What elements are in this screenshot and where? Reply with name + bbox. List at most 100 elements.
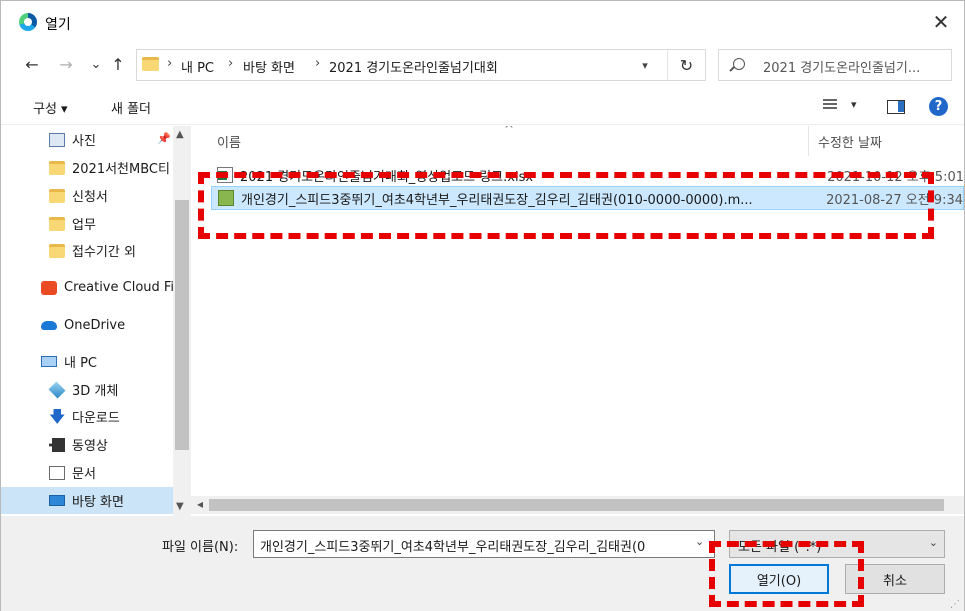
scroll-left-icon[interactable]: ◂	[197, 497, 203, 511]
open-file-dialog: 열기 ✕ ← → ⌄ ↑ › 내 PC › 바탕 화면 › 2021 경기도온라…	[0, 0, 965, 611]
sidebar-item-folder[interactable]: 접수기간 외	[1, 237, 173, 264]
desktop-icon	[49, 495, 65, 506]
navigation-pane: 사진 📌 2021서천MBC티 신청서 업무 접수기간 외 Creative C…	[1, 126, 191, 516]
address-bar[interactable]: › 내 PC › 바탕 화면 › 2021 경기도온라인줄넘기대회 ▾ ↻	[136, 49, 706, 81]
column-header-date-modified[interactable]: 수정한 날짜	[818, 126, 882, 156]
sidebar-item-label: 내 PC	[64, 356, 98, 371]
creative-cloud-icon	[41, 280, 57, 295]
sidebar-item-3d-objects[interactable]: 3D 개체	[1, 376, 173, 403]
file-type-value: 모든 파일 (*.*)	[738, 540, 822, 555]
scrollbar-thumb[interactable]	[209, 499, 944, 511]
sidebar-item-label: 동영상	[72, 439, 108, 454]
preview-pane-icon[interactable]	[887, 100, 905, 114]
sidebar-item-label: 접수기간 외	[72, 245, 136, 260]
cancel-button[interactable]: 취소	[845, 564, 945, 594]
breadcrumb-desktop[interactable]: 바탕 화면	[243, 57, 295, 76]
file-date: 2021-08-27 오전 9:34	[826, 192, 963, 208]
search-icon	[733, 58, 745, 70]
command-bar: 구성 ▾ 새 폴더 ▾ ?	[1, 89, 964, 125]
file-row[interactable]: 2021 경기도온라인줄넘기대회_영상업로드 링크.xlsx 2021-10-1…	[211, 163, 964, 187]
title-bar: 열기 ✕	[1, 1, 964, 43]
folder-icon	[49, 188, 65, 203]
folder-icon	[49, 216, 65, 231]
search-box[interactable]: 2021 경기도온라인줄넘기...	[718, 49, 952, 81]
pc-icon	[41, 356, 57, 367]
sidebar-item-label: 3D 개체	[72, 384, 119, 399]
view-options-icon[interactable]	[823, 99, 839, 113]
folder-icon	[49, 243, 65, 258]
breadcrumb-separator: ›	[228, 56, 234, 71]
sidebar-item-label: 2021서천MBC티	[72, 162, 170, 177]
sidebar-item-folder[interactable]: 2021서천MBC티	[1, 154, 173, 181]
sidebar-scrollbar[interactable]: ▲ ▼	[173, 126, 191, 516]
organize-button[interactable]: 구성 ▾	[33, 98, 68, 117]
sidebar-item-videos[interactable]: 동영상	[1, 431, 173, 458]
folder-icon	[49, 160, 65, 175]
breadcrumb-my-pc[interactable]: 내 PC	[181, 57, 214, 76]
dialog-title: 열기	[45, 17, 71, 33]
sidebar-item-creative-cloud[interactable]: Creative Cloud Fil	[1, 274, 173, 301]
filename-label: 파일 이름(N):	[162, 540, 239, 555]
chevron-down-icon: ⌄	[928, 536, 938, 549]
open-button[interactable]: 열기(O)	[729, 564, 829, 594]
scrollbar-thumb[interactable]	[175, 200, 189, 450]
column-divider[interactable]	[808, 126, 809, 156]
sort-ascending-icon: ^	[504, 126, 515, 136]
sidebar-item-photos[interactable]: 사진 📌	[1, 126, 173, 153]
up-arrow-icon[interactable]: ↑	[107, 53, 129, 75]
file-type-select[interactable]: 모든 파일 (*.*) ⌄	[729, 530, 945, 558]
resize-grip-icon[interactable]: ⋰	[950, 599, 960, 610]
video-icon	[49, 437, 65, 452]
close-button[interactable]: ✕	[926, 7, 956, 37]
sidebar-item-my-pc[interactable]: 내 PC	[1, 348, 173, 375]
video-file-icon	[218, 190, 234, 206]
sidebar-item-label: 바탕 화면	[72, 495, 124, 510]
navigation-bar: ← → ⌄ ↑ › 내 PC › 바탕 화면 › 2021 경기도온라인줄넘기대…	[1, 45, 964, 85]
file-list-horizontal-scrollbar[interactable]: ◂	[191, 496, 964, 514]
scroll-down-icon[interactable]: ▼	[176, 501, 184, 512]
sidebar-item-label: 문서	[72, 467, 96, 482]
file-name: 개인경기_스피드3중뛰기_여초4학년부_우리태권도장_김우리_김태권(010-0…	[241, 192, 753, 208]
excel-file-icon	[217, 167, 233, 183]
file-list: ^ 이름 수정한 날짜 2021 경기도온라인줄넘기대회_영상업로드 링크.xl…	[201, 126, 964, 496]
sidebar-item-folder[interactable]: 업무	[1, 210, 173, 237]
sidebar-item-folder[interactable]: 신청서	[1, 182, 173, 209]
sidebar-item-documents[interactable]: 문서	[1, 459, 173, 486]
filename-input[interactable]: 개인경기_스피드3중뛰기_여초4학년부_우리태권도장_김우리_김태권(0	[253, 530, 715, 558]
help-icon[interactable]: ?	[929, 97, 948, 116]
pin-icon: 📌	[157, 132, 171, 145]
breadcrumb-current-folder[interactable]: 2021 경기도온라인줄넘기대회	[329, 57, 498, 76]
3d-objects-icon	[48, 381, 66, 398]
sidebar-item-onedrive[interactable]: OneDrive	[1, 312, 173, 339]
download-icon	[49, 406, 65, 431]
new-folder-button[interactable]: 새 폴더	[111, 98, 151, 117]
sidebar-item-desktop[interactable]: 바탕 화면	[1, 487, 173, 514]
column-header-name[interactable]: 이름	[217, 126, 241, 156]
search-placeholder: 2021 경기도온라인줄넘기...	[763, 61, 921, 76]
forward-arrow-icon[interactable]: →	[55, 53, 77, 75]
refresh-icon[interactable]: ↻	[667, 50, 705, 80]
sidebar-item-label: 업무	[72, 218, 96, 233]
filename-dropdown-chevron-icon[interactable]: ⌄	[695, 535, 704, 548]
sidebar-item-label: 다운로드	[72, 411, 120, 426]
sidebar-item-label: Creative Cloud Fil	[64, 280, 173, 295]
file-date: 2021-10-12 오후 5:01	[827, 169, 964, 185]
back-arrow-icon[interactable]: ←	[21, 53, 43, 75]
view-options-chevron-icon[interactable]: ▾	[851, 98, 857, 111]
photos-icon	[49, 132, 65, 147]
onedrive-icon	[41, 321, 57, 330]
file-row-selected[interactable]: 개인경기_스피드3중뛰기_여초4학년부_우리태권도장_김우리_김태권(010-0…	[211, 186, 964, 210]
breadcrumb-separator: ›	[315, 56, 321, 71]
sidebar-item-label: OneDrive	[64, 318, 126, 333]
recent-locations-chevron-icon[interactable]: ⌄	[85, 53, 107, 75]
documents-icon	[49, 465, 65, 480]
breadcrumb-separator: ›	[167, 56, 173, 71]
address-dropdown-chevron-icon[interactable]: ▾	[635, 55, 655, 75]
file-name: 2021 경기도온라인줄넘기대회_영상업로드 링크.xlsx	[240, 169, 534, 185]
sidebar-item-downloads[interactable]: 다운로드	[1, 403, 173, 431]
folder-icon	[142, 57, 159, 71]
sidebar-item-label: 사진	[72, 134, 96, 149]
dialog-footer: 파일 이름(N): 개인경기_스피드3중뛰기_여초4학년부_우리태권도장_김우리…	[1, 516, 964, 611]
sidebar-item-label: 신청서	[72, 190, 108, 205]
scroll-up-icon[interactable]: ▲	[176, 129, 184, 140]
